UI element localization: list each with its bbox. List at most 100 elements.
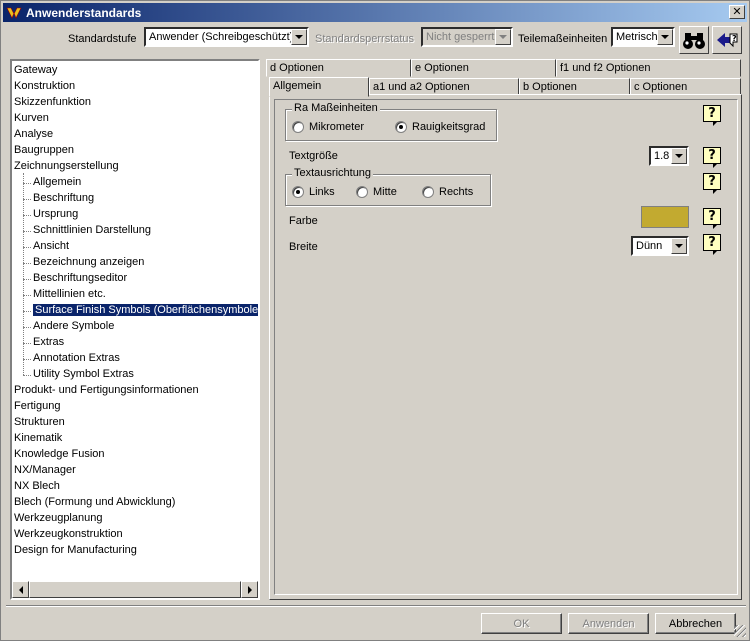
tree-item-label: Fertigung <box>14 400 61 412</box>
tree-item[interactable]: Analyse <box>14 127 53 143</box>
tab-d-optionen[interactable]: d Optionen <box>266 59 411 77</box>
chevron-down-icon[interactable] <box>671 238 687 254</box>
tree-item[interactable]: NX/Manager <box>14 463 76 479</box>
radio-mitte[interactable]: Mitte <box>356 186 397 198</box>
find-button[interactable] <box>679 26 709 54</box>
tree-item[interactable]: Beschriftung <box>33 191 94 207</box>
tree-item-label: Ansicht <box>33 240 70 252</box>
textausrichtung-legend: Textausrichtung <box>292 167 374 179</box>
anwenden-button[interactable]: Anwenden <box>568 613 649 634</box>
tree-item[interactable]: Surface Finish Symbols (Oberflächensymbo… <box>33 303 258 319</box>
tree-item[interactable]: Kurven <box>14 111 49 127</box>
tree-connector <box>23 173 24 375</box>
tree-connector <box>23 199 31 200</box>
scroll-left-button[interactable] <box>12 581 29 598</box>
tree-item-label: Kinematik <box>14 432 63 444</box>
tab-allgemein[interactable]: Allgemein <box>269 77 369 97</box>
horizontal-scrollbar[interactable] <box>12 581 258 598</box>
textgroesse-select[interactable]: 1.8 <box>649 146 689 166</box>
tree-item-label: Extras <box>33 336 65 348</box>
tree-item[interactable]: Baugruppen <box>14 143 74 159</box>
teilemass-select[interactable]: Metrisch <box>611 27 675 47</box>
help-button-textausrichtung[interactable]: ? <box>703 173 723 195</box>
tab-e-optionen[interactable]: e Optionen <box>411 59 556 77</box>
tree-item-label: Utility Symbol Extras <box>33 368 134 380</box>
tree-item[interactable]: Andere Symbole <box>33 319 114 335</box>
tree-item-label: Kurven <box>14 112 49 124</box>
chevron-down-icon[interactable] <box>657 29 673 45</box>
radio-rechts[interactable]: Rechts <box>422 186 473 198</box>
radio-rauigkeitsgrad[interactable]: Rauigkeitsgrad <box>395 121 485 133</box>
tree-connector <box>23 295 31 296</box>
breite-select[interactable]: Dünn <box>631 236 689 256</box>
window-title: Anwenderstandards <box>26 5 142 20</box>
tree-item[interactable]: Annotation Extras <box>33 351 120 367</box>
tree-item[interactable]: Design for Manufacturing <box>14 543 137 559</box>
help-icon: ? <box>703 147 721 164</box>
tree-item[interactable]: Ansicht <box>33 239 69 255</box>
tab-label: f1 und f2 Optionen <box>560 62 651 74</box>
tree-item[interactable]: Blech (Formung und Abwicklung) <box>14 495 175 511</box>
tree-item[interactable]: Strukturen <box>14 415 65 431</box>
tree-item[interactable]: Mittellinien etc. <box>33 287 106 303</box>
tree-item[interactable]: Skizzenfunktion <box>14 95 91 111</box>
help-icon: ? <box>703 173 721 190</box>
radio-mikrometer[interactable]: Mikrometer <box>292 121 364 133</box>
tree-item[interactable]: Bezeichnung anzeigen <box>33 255 144 271</box>
category-tree[interactable]: Gateway Konstruktion Skizzenfunktion Kurven… <box>10 59 260 600</box>
tree-item[interactable]: Produkt- und Fertigungsinformationen <box>14 383 199 399</box>
color-swatch-button[interactable] <box>641 206 689 228</box>
chevron-down-icon[interactable] <box>291 29 307 45</box>
sperrstatus-select[interactable]: Nicht gesperrt <box>421 27 513 47</box>
tree-item-label: Analyse <box>14 128 54 140</box>
tree-item[interactable]: Allgemein <box>33 175 81 191</box>
radio-checked-icon <box>395 121 407 133</box>
tree-item-label: NX Blech <box>14 480 60 492</box>
ok-button[interactable]: OK <box>481 613 562 634</box>
help-button-breite[interactable]: ? <box>703 234 723 256</box>
tree-item[interactable]: Ursprung <box>33 207 78 223</box>
tree-item[interactable]: Kinematik <box>14 431 62 447</box>
help-button-ra[interactable]: ? <box>703 105 723 127</box>
tree-item[interactable]: Schnittlinien Darstellung <box>33 223 151 239</box>
scroll-right-button[interactable] <box>241 581 258 598</box>
scroll-thumb[interactable] <box>29 581 241 598</box>
chevron-down-icon[interactable] <box>671 148 687 164</box>
tree-item[interactable]: Zeichnungserstellung <box>14 159 119 175</box>
tree-item[interactable]: NX Blech <box>14 479 60 495</box>
standardstufe-select[interactable]: Anwender (Schreibgeschützt) <box>144 27 309 47</box>
tree-item-label: Ursprung <box>33 208 79 220</box>
help-button-textgroesse[interactable]: ? <box>703 147 723 169</box>
resize-grip[interactable] <box>734 625 746 637</box>
tree-item-label: Design for Manufacturing <box>14 544 137 556</box>
whats-this-button[interactable]: ? <box>712 26 742 54</box>
tab-label: a1 und a2 Optionen <box>373 81 470 93</box>
tree-connector <box>23 231 31 232</box>
farbe-label: Farbe <box>289 215 318 227</box>
ra-units-legend: Ra Maßeinheiten <box>292 102 380 114</box>
tab-f1-f2-optionen[interactable]: f1 und f2 Optionen <box>556 59 741 77</box>
tree-item-label: Produkt- und Fertigungsinformationen <box>14 384 199 396</box>
tree-item[interactable]: Fertigung <box>14 399 60 415</box>
tree-item[interactable]: Extras <box>33 335 64 351</box>
tree-item[interactable]: Werkzeugkonstruktion <box>14 527 123 543</box>
tree-item[interactable]: Beschriftungseditor <box>33 271 127 287</box>
abbrechen-button[interactable]: Abbrechen <box>655 613 736 634</box>
binoculars-icon <box>683 33 705 49</box>
tree-item[interactable]: Gateway <box>14 63 57 79</box>
tree-item[interactable]: Werkzeugplanung <box>14 511 102 527</box>
sperrstatus-label: Standardsperrstatus <box>315 33 415 45</box>
help-icon: ? <box>703 208 721 225</box>
tree-item[interactable]: Knowledge Fusion <box>14 447 105 463</box>
tree-item[interactable]: Konstruktion <box>14 79 75 95</box>
chevron-down-icon[interactable] <box>495 29 511 45</box>
tab-panel-allgemein: Ra Maßeinheiten Mikrometer Rauigkeitsgra… <box>269 94 742 600</box>
options-pane: d Optionen e Optionen f1 und f2 Optionen… <box>266 59 742 600</box>
radio-links[interactable]: Links <box>292 186 335 198</box>
tree-item[interactable]: Utility Symbol Extras <box>33 367 134 383</box>
close-icon: ✕ <box>732 5 742 18</box>
help-button-farbe[interactable]: ? <box>703 208 723 230</box>
close-button[interactable]: ✕ <box>729 5 745 19</box>
tree-connector <box>23 359 31 360</box>
bottom-separator <box>6 605 746 607</box>
